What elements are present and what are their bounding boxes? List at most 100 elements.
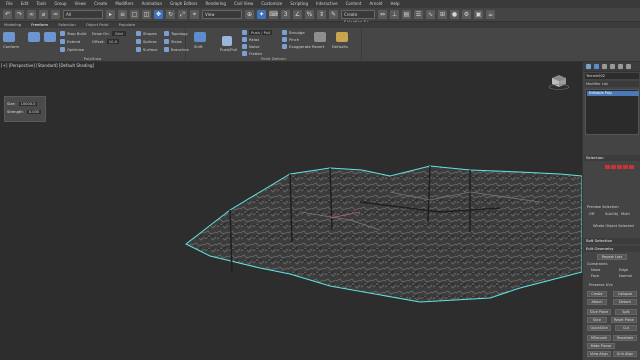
draw-on-dropdown[interactable]: Grid	[111, 31, 126, 36]
menu-item-create[interactable]: Create	[94, 0, 107, 8]
object-name-field[interactable]: Terrain002	[585, 73, 639, 79]
relax-button[interactable]: Relax	[242, 37, 259, 42]
link-icon[interactable]: ∞	[27, 10, 36, 19]
menu-item-edit[interactable]: Edit	[21, 0, 29, 8]
keyboard-shortcut-icon[interactable]: ⌨	[269, 10, 278, 19]
repeat-last-button[interactable]: Repeat Last	[597, 254, 627, 260]
border-icon[interactable]	[617, 165, 622, 169]
hierarchy-tab-icon[interactable]	[602, 64, 607, 69]
select-scale-icon[interactable]: ⤢	[178, 10, 187, 19]
constraint-normal-radio[interactable]: Normal	[619, 274, 632, 278]
menu-item-help[interactable]: Help	[390, 0, 399, 8]
rectangular-selection-icon[interactable]: □	[130, 10, 139, 19]
pinch-button[interactable]: Pinch	[282, 37, 299, 42]
reset-plane-button[interactable]: Reset Plane	[611, 317, 637, 323]
named-selection-sets-dropdown[interactable]: Create Selection Se	[341, 10, 375, 25]
constraint-none-radio[interactable]: None	[591, 268, 600, 272]
menu-item-customize[interactable]: Customize	[261, 0, 282, 8]
utilities-tab-icon[interactable]	[626, 64, 631, 69]
menu-item-interactive[interactable]: Interactive	[316, 0, 338, 8]
select-manipulate-icon[interactable]: ✦	[257, 10, 266, 19]
redo-icon[interactable]: ↷	[15, 10, 24, 19]
selection-rollout-header[interactable]: Selection	[584, 155, 640, 161]
layer-explorer-icon[interactable]: ▤	[402, 10, 411, 19]
topology-button[interactable]: Topology	[164, 31, 188, 36]
step-build-button[interactable]: Step Build	[60, 31, 86, 36]
menu-item-arnold[interactable]: Arnold	[369, 0, 382, 8]
meshsmooth-button[interactable]: MSmooth	[587, 335, 611, 341]
select-object-icon[interactable]: ▸	[106, 10, 115, 19]
scene-explorer-icon[interactable]: ☰	[414, 10, 423, 19]
revert-button[interactable]	[314, 32, 326, 42]
noise-button[interactable]: Noise	[242, 44, 260, 49]
constraint-edge-radio[interactable]: Edge	[619, 268, 628, 272]
stack-item-editable-poly[interactable]: Editable Poly	[587, 91, 639, 96]
modifier-list-dropdown[interactable]: Modifier List	[585, 81, 639, 87]
view-align-button[interactable]: View Align	[587, 351, 611, 357]
menu-item-civil-view[interactable]: Civil View	[234, 0, 253, 8]
surface-button[interactable]: Surface	[136, 47, 157, 52]
off-radio[interactable]: Off	[589, 212, 594, 216]
splines-button[interactable]: Splines	[136, 39, 157, 44]
select-by-name-icon[interactable]: ≡	[118, 10, 127, 19]
menu-item-modifiers[interactable]: Modifiers	[115, 0, 133, 8]
grid-align-button[interactable]: Grid Align	[613, 351, 637, 357]
window-crossing-icon[interactable]: ◫	[142, 10, 151, 19]
push-pull-button[interactable]	[222, 36, 232, 46]
attach-button[interactable]: Attach	[587, 299, 607, 305]
vertex-icon[interactable]	[605, 165, 610, 169]
element-icon[interactable]	[629, 165, 634, 169]
spinner-snap-icon[interactable]: ⇕	[317, 10, 326, 19]
edge-icon[interactable]	[611, 165, 616, 169]
schematic-view-icon[interactable]: ⊞	[438, 10, 447, 19]
create-tab-icon[interactable]	[586, 64, 591, 69]
detach-button[interactable]: Detach	[613, 299, 637, 305]
subobj-radio[interactable]: SubObj	[605, 212, 618, 216]
shift-button[interactable]	[194, 32, 206, 42]
render-setup-icon[interactable]: ⚙	[462, 10, 471, 19]
menu-item-graph-editors[interactable]: Graph Editors	[170, 0, 197, 8]
slice-button[interactable]: Slice	[587, 317, 607, 323]
unlink-icon[interactable]: ⌀	[39, 10, 48, 19]
angle-snap-icon[interactable]: ∠	[293, 10, 302, 19]
tessellate-button[interactable]: Tessellate	[613, 335, 637, 341]
named-selection-icon[interactable]: ✎	[329, 10, 338, 19]
reference-coordinate-dropdown[interactable]: View	[202, 10, 242, 19]
defaults-button[interactable]	[336, 32, 348, 42]
mode-dropdown[interactable]: Push / Pull	[242, 30, 273, 35]
snaps-toggle-icon[interactable]: 3	[281, 10, 290, 19]
slice-plane-button[interactable]: Slice Plane	[587, 309, 611, 315]
smudge-button[interactable]: Smudge	[282, 30, 305, 35]
undo-icon[interactable]: ↶	[3, 10, 12, 19]
quickslice-button[interactable]: QuickSlice	[587, 325, 611, 331]
material-editor-icon[interactable]: ●	[450, 10, 459, 19]
select-move-icon[interactable]: ✥	[154, 10, 163, 19]
render-production-icon[interactable]: ☕	[486, 10, 495, 19]
split-checkbox[interactable]: Split	[615, 309, 637, 315]
perspective-viewport[interactable]: [+] [Perspective] [Standard] [Default Sh…	[0, 62, 582, 360]
menu-item-scripting[interactable]: Scripting	[290, 0, 308, 8]
selection-filter-dropdown[interactable]: All	[63, 10, 103, 19]
create-button[interactable]: Create	[587, 291, 607, 297]
make-planar-button[interactable]: Make Planar	[587, 343, 615, 349]
menu-item-views[interactable]: Views	[75, 0, 87, 8]
mirror-icon[interactable]: ⇔	[378, 10, 387, 19]
constraint-face-radio[interactable]: Face	[591, 274, 599, 278]
collapse-button[interactable]: Collapse	[613, 291, 637, 297]
align-icon[interactable]: ⊥	[390, 10, 399, 19]
edit-geometry-rollout-header[interactable]: Edit Geometry	[584, 246, 640, 252]
menu-item-animation[interactable]: Animation	[142, 0, 162, 8]
percent-snap-icon[interactable]: %	[305, 10, 314, 19]
rendered-frame-icon[interactable]: ▣	[474, 10, 483, 19]
optimize-button[interactable]: Optimize	[60, 47, 84, 52]
menu-item-tools[interactable]: Tools	[36, 0, 46, 8]
multi-radio[interactable]: Multi	[621, 212, 630, 216]
strips-button[interactable]: Strips	[164, 39, 182, 44]
menu-item-content[interactable]: Content	[346, 0, 362, 8]
select-rotate-icon[interactable]: ↻	[166, 10, 175, 19]
terrain-mesh[interactable]	[0, 62, 582, 360]
menu-item-group[interactable]: Group	[54, 0, 66, 8]
bind-spacewarp-icon[interactable]: ≈	[51, 10, 60, 19]
conform-button[interactable]	[3, 32, 15, 42]
menu-item-rendering[interactable]: Rendering	[206, 0, 226, 8]
